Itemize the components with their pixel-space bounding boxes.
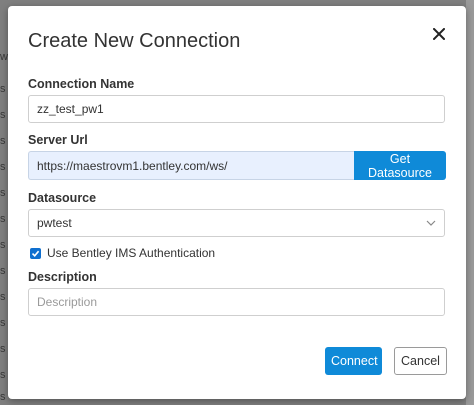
close-button[interactable] xyxy=(428,23,450,45)
server-url-input[interactable] xyxy=(28,151,354,180)
background-text: s xyxy=(0,343,6,355)
background-text: w xyxy=(0,51,8,63)
description-label: Description xyxy=(28,270,97,284)
datasource-label: Datasource xyxy=(28,191,97,205)
background-text: s xyxy=(0,391,6,403)
create-connection-dialog: Create New Connection Connection Name Se… xyxy=(8,6,466,399)
background-text: s xyxy=(0,239,6,251)
background-text: s xyxy=(0,83,6,95)
background-text: s xyxy=(0,109,6,121)
server-url-label: Server Url xyxy=(28,133,88,147)
background-scroll-edge xyxy=(466,0,474,405)
close-icon xyxy=(433,28,445,40)
checkmark-icon xyxy=(31,250,40,257)
background-text: s xyxy=(0,135,6,147)
background-text: s xyxy=(0,161,6,173)
background-text: s xyxy=(0,265,6,277)
chevron-down-icon xyxy=(426,220,436,226)
cancel-button[interactable]: Cancel xyxy=(394,347,447,375)
datasource-selected-value: pwtest xyxy=(37,216,72,230)
datasource-select[interactable]: pwtest xyxy=(28,209,445,237)
ims-auth-row: Use Bentley IMS Authentication xyxy=(30,246,215,260)
background-text: s xyxy=(0,187,6,199)
background-text: s xyxy=(0,213,6,225)
connection-name-input[interactable] xyxy=(28,95,445,123)
connection-name-label: Connection Name xyxy=(28,77,135,91)
dialog-title: Create New Connection xyxy=(28,30,241,52)
background-app-edge: w s s s s s s s s s s s s s xyxy=(0,0,8,405)
ims-auth-label: Use Bentley IMS Authentication xyxy=(47,246,216,260)
background-text: s xyxy=(0,369,6,381)
connect-button[interactable]: Connect xyxy=(325,347,382,375)
description-input[interactable] xyxy=(28,288,445,316)
ims-auth-checkbox[interactable] xyxy=(30,247,41,259)
background-text: s xyxy=(0,317,6,329)
get-datasource-button[interactable]: Get Datasource xyxy=(354,151,446,180)
server-url-group: Get Datasource xyxy=(28,151,446,180)
background-text: s xyxy=(0,291,6,303)
